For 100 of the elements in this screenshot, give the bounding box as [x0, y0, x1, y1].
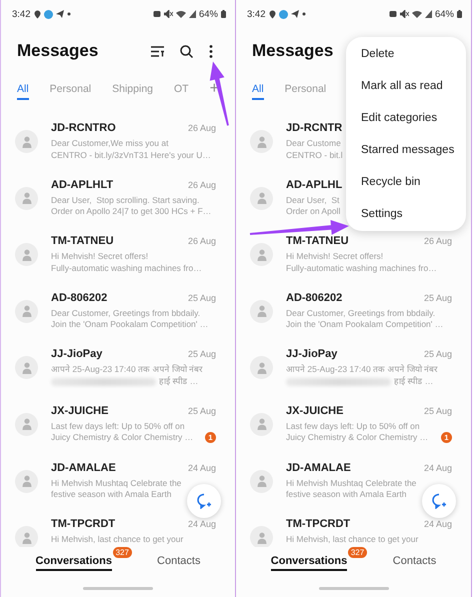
message-date: 24 Aug: [188, 519, 216, 530]
app-icon: [44, 10, 52, 18]
app-icon: [278, 10, 288, 18]
message-preview: Juicy Chemistry & Color Chemistry …: [286, 432, 428, 444]
message-preview: festive season with Amala Earth: [51, 489, 172, 501]
message-date: 26 Aug: [188, 123, 216, 133]
message-date: 24 Aug: [424, 462, 452, 473]
sender-name: JD-AMALAE: [286, 462, 351, 474]
message-preview: Hi Mehvish Mushtaq Celebrate the: [286, 478, 416, 490]
new-chat-icon: [431, 493, 447, 509]
bottom-nav-tab[interactable]: Conversations: [270, 555, 348, 571]
notification-dot-icon: [66, 12, 70, 16]
message-preview: festive season with Amala Earth: [286, 489, 408, 501]
battery-icon: [457, 10, 462, 18]
menu-item[interactable]: Starred messages: [346, 134, 466, 166]
message-preview: Join the 'Onam Pookalam Competition' …: [286, 319, 444, 331]
person-icon: [22, 248, 32, 261]
person-icon: [22, 362, 32, 374]
alarm-icon: [152, 10, 161, 18]
person-icon: [256, 192, 266, 204]
message-date: 26 Aug: [188, 236, 216, 246]
message-date: 24 Aug: [424, 519, 452, 530]
bottom-nav-tab[interactable]: Contacts: [392, 555, 436, 571]
wifi-icon: [176, 10, 186, 18]
message-preview: Order on Apollo 24|7 to get 300 HCs + F…: [51, 206, 212, 218]
message-preview: Hi Mehvish Mushtaq Celebrate the: [51, 478, 182, 490]
message-preview: Dear Customer,We miss you at: [51, 138, 170, 150]
message-preview: CENTRO - bit.ly/3zVnT31 Here's your U…: [51, 150, 211, 161]
message-preview: Dear Custome: [286, 138, 342, 150]
message-preview: आपने 25-Aug-23 17:40 तक अपने जियो नंबर: [286, 364, 438, 376]
message-preview: Hi Mehvish! Secret offers!: [51, 251, 150, 263]
sender-name: TM-TPCRDT: [51, 518, 116, 530]
message-preview: Dear User, Stop scrolling. Start saving.: [51, 194, 200, 206]
signal-icon: [424, 10, 432, 18]
sender-name: AD-806202: [51, 292, 108, 304]
sender-name: JD-RCNTRO: [51, 122, 116, 134]
more-options-icon[interactable]: [209, 44, 213, 58]
sender-name: AD-APLHLT: [51, 178, 114, 191]
sender-name: JX-JUICHE: [286, 404, 344, 417]
menu-item[interactable]: Delete: [346, 38, 466, 70]
screen-title: Messages: [17, 41, 98, 61]
message-preview: Dear User, St: [286, 194, 340, 206]
sender-name: JD-RCNTR: [286, 122, 342, 134]
filter-icon[interactable]: [151, 46, 164, 56]
send-icon: [290, 10, 298, 18]
message-preview: Fully-automatic washing machines fro…: [286, 262, 437, 274]
location-pin-icon: [268, 10, 276, 18]
alarm-icon: [388, 10, 397, 18]
location-pin-icon: [34, 10, 40, 18]
mute-icon: [400, 10, 409, 18]
status-time: 3:42: [247, 8, 266, 20]
category-tab[interactable]: All: [252, 78, 264, 100]
message-date: 25 Aug: [424, 406, 452, 416]
menu-item[interactable]: Mark all as read: [346, 70, 466, 102]
category-tab[interactable]: All: [17, 78, 29, 100]
bottom-nav-tab[interactable]: Contacts: [157, 555, 200, 571]
person-icon: [22, 136, 32, 148]
sender-name: TM-TATNEU: [286, 235, 349, 248]
person-icon: [22, 532, 32, 544]
message-preview: हाई स्पीड …: [159, 376, 198, 388]
message-date: 26 Aug: [188, 180, 216, 190]
menu-item[interactable]: Edit categories: [346, 102, 466, 134]
home-indicator: [318, 587, 388, 590]
sender-name: JJ-JioPay: [51, 348, 102, 360]
person-icon: [256, 532, 266, 544]
count-badge: 327: [112, 547, 132, 558]
menu-item[interactable]: Recycle bin: [346, 166, 466, 198]
sender-name: JX-JUICHE: [51, 404, 108, 417]
message-preview: Fully-automatic washing machines fro…: [51, 262, 202, 274]
message-date: 24 Aug: [188, 462, 216, 473]
status-time: 3:42: [12, 8, 30, 20]
person-icon: [22, 305, 32, 318]
bottom-nav-tab[interactable]: Conversations: [36, 555, 112, 571]
sender-name: JJ-JioPay: [286, 348, 338, 360]
message-preview: आपने 25-Aug-23 17:40 तक अपने जियो नंबर: [51, 364, 202, 376]
message-preview: Last few days left: Up to 50% off on: [51, 420, 186, 432]
person-icon: [22, 475, 32, 488]
home-indicator: [83, 587, 153, 590]
screen-title: Messages: [252, 41, 334, 61]
new-message-button[interactable]: [187, 484, 221, 518]
message-preview: Hi Mehvish, last chance to get your: [51, 534, 184, 546]
person-icon: [256, 248, 266, 261]
menu-item[interactable]: Settings: [346, 198, 466, 230]
notification-dot-icon: [302, 12, 306, 16]
battery-level: 64%: [198, 8, 218, 20]
person-icon: [256, 418, 266, 430]
new-message-button[interactable]: [422, 484, 456, 518]
person-icon: [22, 192, 32, 204]
message-preview: Dear Customer, Greetings from bbdaily.: [51, 308, 202, 320]
sender-name: AD-806202: [286, 292, 342, 304]
new-chat-icon: [196, 493, 212, 509]
person-icon: [256, 362, 266, 374]
message-preview: Hi Mehvish! Secret offers!: [286, 251, 384, 263]
message-preview: Order on Apoll: [286, 206, 340, 218]
person-icon: [256, 305, 266, 318]
search-icon[interactable]: [180, 44, 193, 58]
battery-level: 64%: [434, 8, 454, 20]
sender-name: TM-TPCRDT: [286, 518, 350, 530]
mute-icon: [164, 10, 173, 18]
message-date: 25 Aug: [188, 292, 216, 303]
